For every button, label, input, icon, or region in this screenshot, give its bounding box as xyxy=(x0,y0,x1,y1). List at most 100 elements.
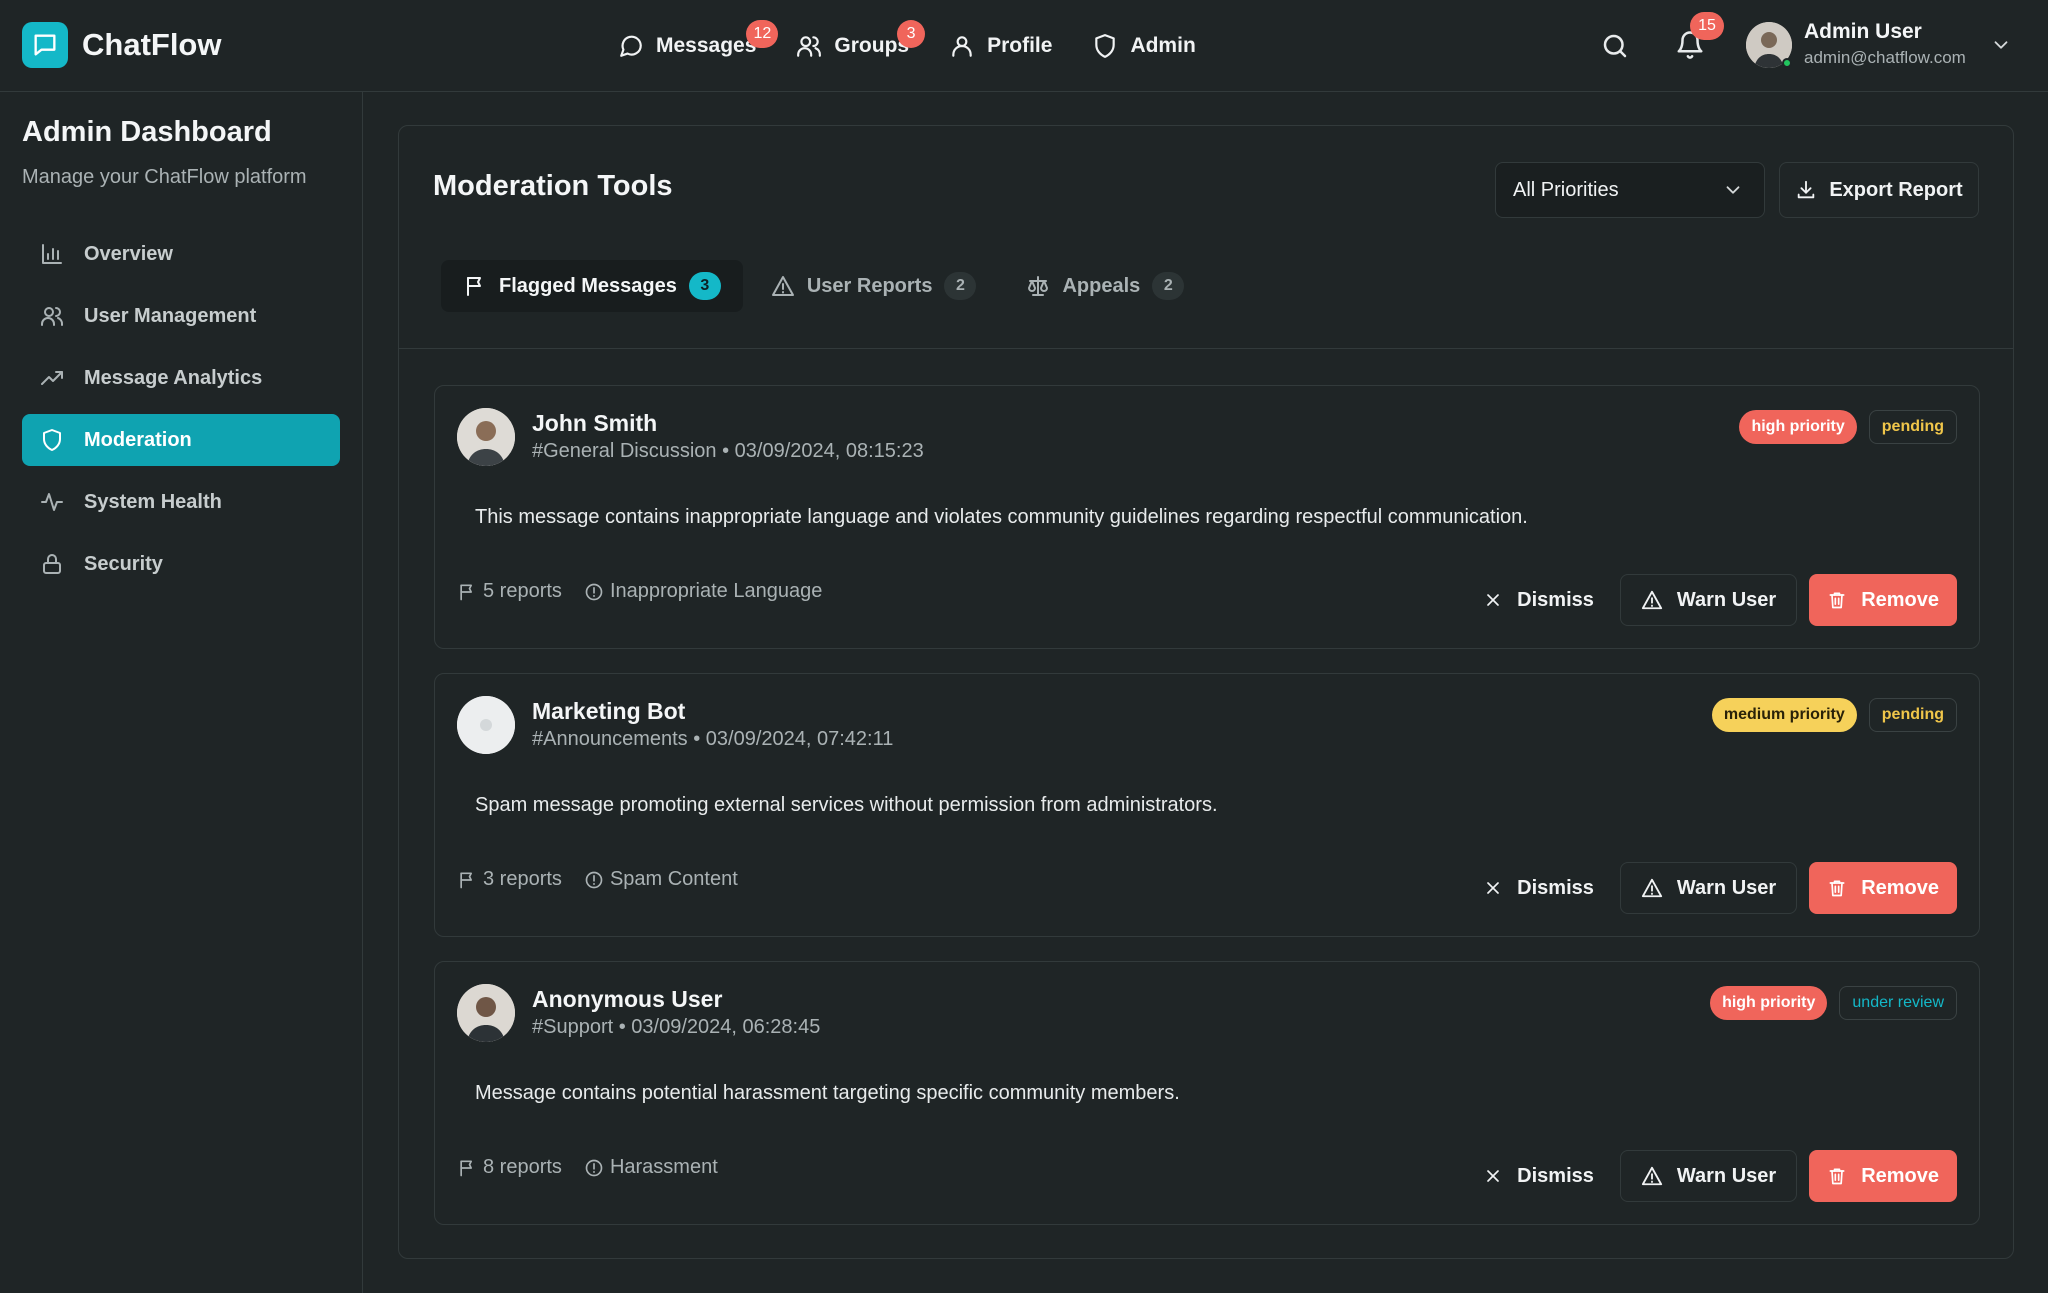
trash-icon xyxy=(1829,880,1845,897)
sidebar-item-label: Moderation xyxy=(84,428,192,451)
flag-timestamp: 03/09/2024, 08:15:23 xyxy=(734,440,924,462)
dismiss-button[interactable]: Dismiss xyxy=(1465,862,1612,914)
sidebar-item-system-health[interactable]: System Health xyxy=(22,476,340,528)
alert-triangle-icon xyxy=(1641,590,1662,610)
flag-icon xyxy=(460,1160,472,1176)
nav-groups[interactable]: Groups 3 xyxy=(796,20,926,59)
chat-bubble-icon xyxy=(22,22,68,68)
flag-message-text: Message contains potential harassment ta… xyxy=(475,1082,1180,1104)
divider xyxy=(399,348,2013,349)
flagged-message-card: John Smith #General Discussion • 03/09/2… xyxy=(434,385,1980,649)
groups-count-badge: 3 xyxy=(897,20,926,48)
user-icon xyxy=(952,36,972,57)
alert-triangle-icon xyxy=(1641,1166,1662,1186)
nav-messages-label: Messages xyxy=(656,34,757,57)
bar-chart-icon xyxy=(42,244,62,264)
tab-appeals[interactable]: Appeals 2 xyxy=(1004,260,1206,312)
tab-label: User Reports xyxy=(806,274,933,297)
status-badge: pending xyxy=(1868,410,1957,444)
flagged-message-card: Marketing Bot #Announcements • 03/09/202… xyxy=(434,673,1980,937)
chevron-down-icon xyxy=(1726,186,1740,194)
nav-messages[interactable]: Messages 12 xyxy=(618,20,779,59)
export-report-button[interactable]: Export Report xyxy=(1779,162,1979,218)
chevron-down-icon[interactable] xyxy=(1990,34,2012,56)
nav-admin[interactable]: Admin xyxy=(1092,33,1196,59)
warn-user-label: Warn User xyxy=(1676,1164,1777,1187)
sidebar-item-overview[interactable]: Overview xyxy=(22,228,340,280)
flag-reason-label: Spam Content xyxy=(609,868,738,890)
warn-user-button[interactable]: Warn User xyxy=(1619,1150,1798,1202)
user-name: Admin User xyxy=(1804,20,1922,43)
priority-filter-select[interactable]: All Priorities xyxy=(1495,162,1765,218)
nav-profile-label: Profile xyxy=(987,34,1053,57)
flag-icon xyxy=(460,584,472,600)
moderation-tabs: Flagged Messages 3 User Reports 2 Appeal… xyxy=(441,260,1212,312)
trash-icon xyxy=(1829,1168,1845,1185)
flag-icon xyxy=(467,277,481,296)
tab-count-badge: 2 xyxy=(944,272,977,300)
flag-stats: 8 reports Harassment xyxy=(457,1156,740,1179)
sidebar-item-label: Message Analytics xyxy=(84,366,263,389)
nav-profile[interactable]: Profile xyxy=(949,33,1052,59)
dismiss-button[interactable]: Dismiss xyxy=(1465,1150,1612,1202)
lock-icon xyxy=(43,554,61,574)
notification-count-badge: 15 xyxy=(1690,12,1724,40)
remove-button[interactable]: Remove xyxy=(1809,574,1957,626)
warn-user-button[interactable]: Warn User xyxy=(1619,862,1798,914)
priority-badge: high priority xyxy=(1710,986,1828,1020)
sidebar-item-label: System Health xyxy=(84,490,222,513)
app-logo[interactable]: ChatFlow xyxy=(22,22,222,68)
report-count-label: 5 reports xyxy=(483,580,562,602)
remove-label: Remove xyxy=(1861,876,1939,899)
status-badge: pending xyxy=(1868,698,1957,732)
tab-user-reports[interactable]: User Reports 2 xyxy=(749,260,999,312)
close-icon xyxy=(1487,1170,1500,1182)
sidebar-item-message-analytics[interactable]: Message Analytics xyxy=(22,352,340,404)
flag-actions: Dismiss Warn User Remove xyxy=(1465,862,1957,914)
warn-user-label: Warn User xyxy=(1676,876,1777,899)
online-status-dot xyxy=(1782,58,1792,68)
warn-user-button[interactable]: Warn User xyxy=(1619,574,1798,626)
avatar xyxy=(457,696,515,754)
flag-badges: medium priority pending xyxy=(1700,698,1957,732)
flag-user-name: John Smith xyxy=(532,410,658,436)
users-icon xyxy=(797,36,822,57)
remove-button[interactable]: Remove xyxy=(1809,862,1957,914)
warn-user-label: Warn User xyxy=(1676,588,1777,611)
close-icon xyxy=(1487,882,1500,894)
priority-badge: high priority xyxy=(1739,410,1857,444)
avatar xyxy=(457,984,515,1042)
search-icon[interactable] xyxy=(1600,31,1630,61)
flag-icon xyxy=(460,872,472,888)
tab-label: Flagged Messages xyxy=(499,274,677,297)
sidebar-item-security[interactable]: Security xyxy=(22,538,340,590)
flag-meta: #Announcements • 03/09/2024, 07:42:11 xyxy=(532,728,894,750)
shield-icon xyxy=(1095,34,1116,58)
sidebar-item-user-management[interactable]: User Management xyxy=(22,290,340,342)
messages-count-badge: 12 xyxy=(746,20,779,48)
priority-badge: medium priority xyxy=(1711,698,1857,732)
flag-channel: #Announcements xyxy=(532,728,688,750)
scale-icon xyxy=(1028,276,1049,296)
download-icon xyxy=(1798,180,1815,199)
top-bar: ChatFlow Messages 12 Groups 3 Profile Ad… xyxy=(0,0,2048,92)
flag-actions: Dismiss Warn User Remove xyxy=(1465,1150,1957,1202)
remove-button[interactable]: Remove xyxy=(1809,1150,1957,1202)
sidebar-title: Admin Dashboard xyxy=(22,116,272,148)
tab-label: Appeals xyxy=(1062,274,1141,297)
trending-up-icon xyxy=(41,371,63,385)
flag-user-name: Anonymous User xyxy=(532,986,723,1012)
report-count: 3 reports xyxy=(457,868,562,891)
sidebar-item-moderation[interactable]: Moderation xyxy=(22,414,340,466)
tab-flagged-messages[interactable]: Flagged Messages 3 xyxy=(441,260,743,312)
user-menu[interactable]: Admin User admin@chatflow.com xyxy=(1804,20,1966,68)
tab-count-badge: 3 xyxy=(688,272,721,300)
sidebar-subtitle: Manage your ChatFlow platform xyxy=(22,166,307,188)
flag-reason-label: Inappropriate Language xyxy=(609,580,823,602)
flag-message-text: This message contains inappropriate lang… xyxy=(475,506,1528,528)
avatar xyxy=(457,408,515,466)
flag-badges: high priority under review xyxy=(1698,986,1957,1020)
activity-icon xyxy=(41,493,63,511)
flag-stats: 3 reports Spam Content xyxy=(457,868,760,891)
dismiss-button[interactable]: Dismiss xyxy=(1465,574,1612,626)
